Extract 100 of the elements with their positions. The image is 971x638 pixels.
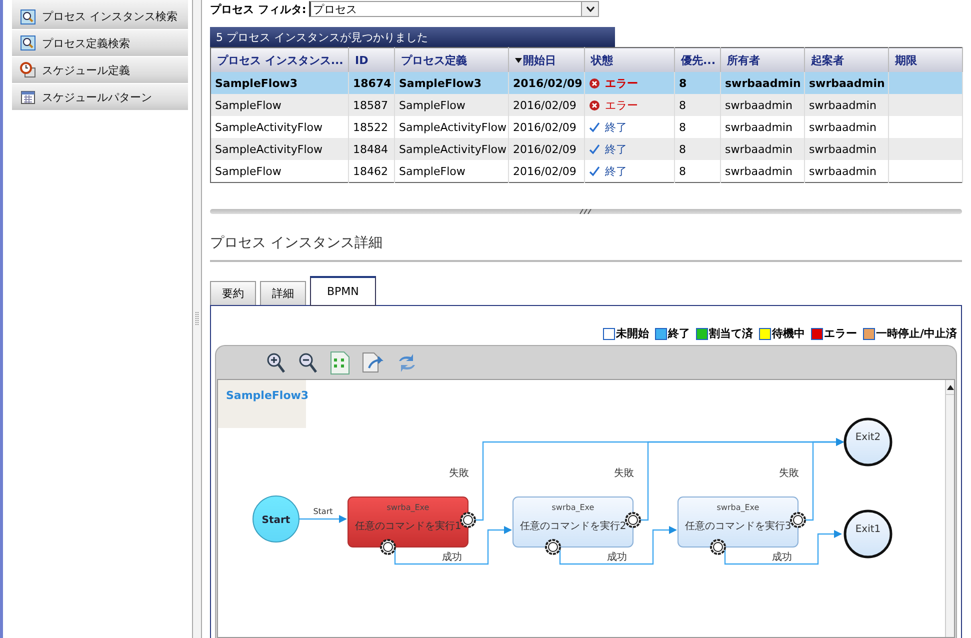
table-cell: SampleActivityFlow [210,138,348,160]
error-icon [589,100,600,110]
legend-label: エラー [824,326,857,341]
table-cell: 2016/02/09 [508,94,584,116]
sidebar-item[interactable]: プロセス定義検索 [12,30,188,57]
table-cell: SampleActivityFlow [394,138,508,160]
table-cell: swrbaadmin [804,94,888,116]
table-cell: 8 [674,160,720,182]
table-cell: 8 [674,138,720,160]
port-icon [625,512,641,528]
legend-label: 終了 [668,326,690,341]
column-header[interactable]: 起案者 [804,48,888,72]
sidebar-item[interactable]: スケジュールパターン [12,84,188,111]
table-row[interactable]: SampleFlow 18462 SampleFlow 2016/02/09 終了 8 swrbaadmin swrbaadmin [210,160,962,182]
table-cell: swrbaadmin [720,94,804,116]
table-cell: 18462 [348,160,394,182]
status-cell: 終了 [584,138,674,160]
check-icon [589,166,600,176]
start-event [252,496,300,542]
scroll-up-icon[interactable] [946,384,954,390]
table-cell: SampleFlow3 [210,72,348,94]
port-icon [710,539,726,555]
table-cell: 18674 [348,72,394,94]
zoom-in-icon[interactable] [266,352,286,374]
column-header[interactable]: プロセス定義 [394,48,508,72]
end-event [844,510,892,558]
table-cell: SampleFlow [394,160,508,182]
node-label: Start [262,515,290,526]
sidebar-item[interactable]: スケジュール定義 [12,57,188,84]
table-cell: swrbaadmin [720,138,804,160]
task-type: swrba_Exe [552,503,594,512]
port-icon [460,512,476,528]
table-cell: swrbaadmin [720,72,804,94]
status-cell: エラー [584,94,674,116]
column-header[interactable]: 期限 [888,48,962,72]
column-header[interactable]: 開始日 [508,48,584,72]
task-type: swrba_Exe [716,503,760,512]
table-cell: 18587 [348,94,394,116]
table-cell: swrbaadmin [804,138,888,160]
edge-label: 成功 [772,552,792,563]
filter-dropdown[interactable]: プロセス [309,1,600,17]
tab[interactable]: 要約 [210,281,256,305]
port-icon [790,512,806,528]
export-icon[interactable] [362,352,384,374]
table-cell: swrbaadmin [804,160,888,182]
column-header[interactable]: ID [348,48,394,72]
error-icon [589,78,600,88]
tab[interactable]: 詳細 [260,281,306,305]
table-cell: SampleFlow [210,94,348,116]
status-cell: 終了 [584,160,674,182]
splitter-grip[interactable] [195,312,199,326]
results-title: 5 プロセス インスタンスが見つかりました [210,27,615,47]
sidebar-item[interactable]: プロセス インスタンス検索 [12,0,188,30]
task-label: 任意のコマンドを実行2 [520,521,626,532]
column-header[interactable]: 優先... [674,48,720,72]
table-row[interactable]: SampleFlow3 18674 SampleFlow3 2016/02/09 エラー 8 swrbaadmin swrbaadmin [210,72,962,94]
port-icon [545,539,561,555]
table-cell: 2016/02/09 [508,160,584,182]
check-icon [589,144,600,154]
task-label: 任意のコマンドを実行1 [354,521,462,532]
connector [299,515,347,523]
column-header[interactable]: 所有者 [720,48,804,72]
tab[interactable]: BPMN [310,276,376,306]
table-cell: 8 [674,72,720,94]
filter-label: プロセス フィルタ: [210,2,306,16]
table-cell: 18484 [348,138,394,160]
section-heading: プロセス インスタンス詳細 [210,234,384,253]
legend-label: 割当て済 [708,326,753,341]
table-cell: SampleFlow [210,160,348,182]
table-cell: swrbaadmin [720,160,804,182]
edge-label: 成功 [442,552,462,563]
edge-label: Start [313,507,333,516]
table-cell: 2016/02/09 [508,72,584,94]
edge-label: 成功 [607,552,627,563]
end-event [844,418,892,466]
table-row[interactable]: SampleFlow 18587 SampleFlow 2016/02/09 エラー 8 swrbaadmin swrbaadmin [210,94,962,116]
port-icon [380,539,396,555]
legend-label: 未開始 [616,326,649,341]
sort-icon [515,58,522,62]
check-icon [589,122,600,132]
search-icon [20,8,36,24]
calendar-icon [20,89,36,105]
document-icon[interactable] [330,350,350,374]
edge-label: 失敗 [779,468,799,479]
column-header[interactable]: 状態 [584,48,674,72]
table-cell: SampleFlow [394,94,508,116]
zoom-out-icon[interactable] [298,352,318,374]
table-cell: 8 [674,94,720,116]
diagram-title: SampleFlow3 [218,380,309,428]
table-cell: 2016/02/09 [508,138,584,160]
table-cell: swrbaadmin [804,72,888,94]
column-header[interactable]: プロセス インスタンス... [210,48,348,72]
legend-label: 待機中 [772,326,805,341]
task-label: 任意のコマンドを実行3 [684,521,792,532]
status-cell: エラー [584,72,674,94]
clock-icon [20,62,36,78]
splitter-grip[interactable] [579,209,593,214]
legend-label: 一時停止/中止済 [876,326,957,341]
table-row[interactable]: SampleActivityFlow 18484 SampleActivityFlow 2016/02/09 終了 8 swrbaadmin swrbaadmin [210,138,962,160]
task-type: swrba_Exe [386,503,430,512]
